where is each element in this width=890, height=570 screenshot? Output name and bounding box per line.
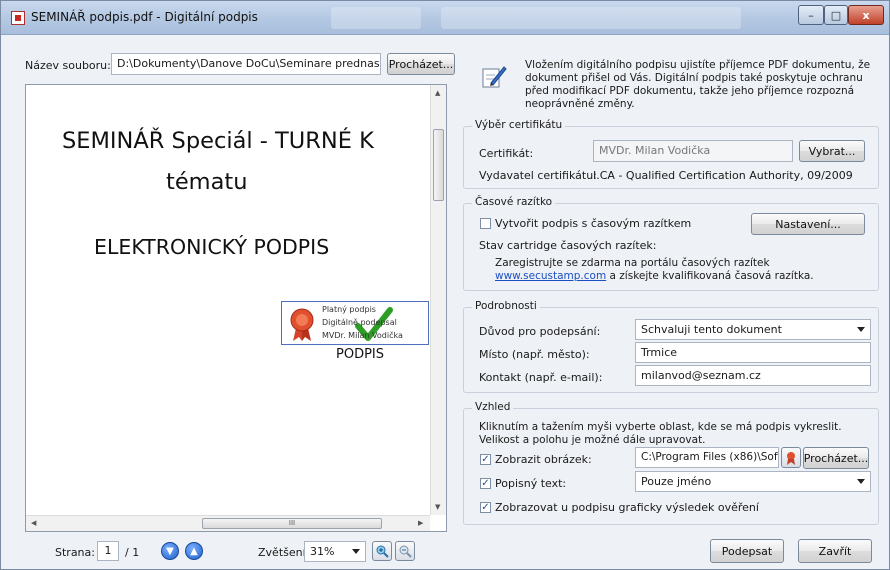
contact-label: Kontakt (např. e-mail): — [479, 371, 603, 384]
preview-heading-line3: ELEKTRONICKÝ PODPIS — [94, 235, 330, 259]
page-label: Strana: — [55, 546, 95, 559]
preview-horizontal-scrollbar[interactable]: ◀ III ▶ — [26, 515, 430, 531]
secustamp-link[interactable]: www.secustamp.com — [495, 270, 606, 282]
timestamp-register-text: Zaregistrujte se zdarma na portálu časov… — [495, 257, 865, 283]
sign-pen-icon — [482, 66, 507, 88]
timestamp-checkbox[interactable] — [480, 218, 491, 229]
title-bar-reflection — [331, 7, 421, 29]
signature-field[interactable]: Platný podpis Digitálně podepsal MVDr. M… — [281, 301, 429, 345]
certificate-field: MVDr. Milan Vodička — [593, 140, 793, 162]
seal-icon — [290, 308, 314, 341]
minimize-button[interactable]: – — [798, 5, 824, 25]
timestamp-status-label: Stav cartridge časových razítek: — [479, 239, 657, 252]
place-input[interactable]: Trmice — [635, 342, 871, 363]
horizontal-scroll-thumb[interactable]: III — [202, 518, 382, 529]
zoom-value: 31% — [310, 545, 335, 558]
show-image-label[interactable]: Zobrazit obrázek: — [495, 453, 592, 466]
description-value: Pouze jméno — [641, 475, 712, 488]
reason-select[interactable]: Schvaluji tento dokument — [635, 319, 871, 340]
title-bar-reflection — [441, 7, 741, 29]
details-group-title: Podrobnosti — [472, 300, 540, 312]
previous-page-up-icon[interactable]: ▲ — [185, 542, 203, 560]
file-path-field[interactable]: D:\Dokumenty\Danove DoCu\Seminare predna… — [111, 53, 381, 75]
preview-vertical-scrollbar[interactable]: ▲ ▼ — [430, 85, 446, 515]
timestamp-checkbox-label[interactable]: Vytvořit podpis s časovým razítkem — [495, 217, 691, 230]
sign-button[interactable]: Podepsat — [710, 539, 784, 563]
reason-label: Důvod pro podepsání: — [479, 325, 601, 338]
preview-heading-line1: SEMINÁŘ Speciál - TURNÉ K — [62, 128, 374, 154]
vertical-scroll-thumb[interactable] — [433, 129, 444, 201]
description-label[interactable]: Popisný text: — [495, 477, 566, 490]
maximize-button[interactable]: □ — [824, 5, 848, 25]
zoom-in-icon[interactable] — [372, 541, 392, 561]
scroll-down-arrow-icon[interactable]: ▼ — [435, 503, 440, 511]
title-bar[interactable]: SEMINÁŘ podpis.pdf - Digitální podpis – … — [1, 1, 889, 35]
timestamp-group-title: Časové razítko — [472, 196, 556, 208]
certificate-label: Certifikát: — [479, 147, 534, 160]
issuer-value: I.CA - Qualified Certification Authority… — [593, 169, 853, 182]
reason-value: Schvaluji tento dokument — [641, 323, 782, 336]
signature-status: Platný podpis — [322, 305, 376, 314]
chevron-down-icon — [857, 327, 865, 332]
signature-signer-name: MVDr. Milan Vodička — [322, 331, 403, 340]
verify-result-label[interactable]: Zobrazovat u podpisu graficky výsledek o… — [495, 501, 759, 514]
page-total: / 1 — [125, 546, 140, 559]
certificate-group-title: Výběr certifikátu — [472, 119, 566, 131]
document-preview[interactable]: SEMINÁŘ Speciál - TURNÉ K tématu ELEKTRO… — [25, 84, 447, 532]
preview-heading-line2: tématu — [166, 169, 248, 195]
scroll-right-arrow-icon[interactable]: ▶ — [418, 519, 423, 527]
issuer-label: Vydavatel certifikátu: — [479, 169, 597, 182]
appearance-hint: Kliknutím a tažením myši vyberte oblast,… — [479, 421, 842, 446]
close-window-button[interactable]: x — [848, 5, 884, 25]
chevron-down-icon — [352, 549, 360, 554]
signature-signed-by: Digitálně podepsal — [322, 318, 397, 327]
file-browse-button[interactable]: Procházet... — [387, 53, 455, 75]
select-certificate-button[interactable]: Vybrat... — [799, 140, 865, 162]
contact-input[interactable]: milanvod@seznam.cz — [635, 365, 871, 386]
next-page-down-icon[interactable]: ▼ — [161, 542, 179, 560]
zoom-out-icon[interactable] — [395, 541, 415, 561]
description-select[interactable]: Pouze jméno — [635, 471, 871, 492]
window-title: SEMINÁŘ podpis.pdf - Digitální podpis — [31, 10, 258, 24]
file-name-label: Název souboru: — [25, 59, 111, 72]
register-text-pre: Zaregistrujte se zdarma na portálu časov… — [495, 257, 770, 269]
show-image-checkbox[interactable]: ✓ — [480, 454, 491, 465]
timestamp-settings-button[interactable]: Nastavení... — [751, 213, 865, 235]
zoom-select[interactable]: 31% — [304, 541, 366, 562]
close-button[interactable]: Zavřít — [798, 539, 872, 563]
register-text-post: a získejte kvalifikovaná časová razítka. — [606, 270, 814, 282]
zoom-label: Zvětšení: — [258, 546, 310, 559]
image-path-field[interactable]: C:\Program Files (x86)\Software — [635, 447, 779, 468]
pdf-app-icon — [11, 11, 25, 25]
page-number-input[interactable]: 1 — [97, 541, 119, 561]
scroll-left-arrow-icon[interactable]: ◀ — [31, 519, 36, 527]
appearance-group-title: Vzhled — [472, 401, 514, 413]
image-browse-button[interactable]: Procházet... — [803, 447, 869, 469]
chevron-down-icon — [857, 479, 865, 484]
description-checkbox[interactable]: ✓ — [480, 478, 491, 489]
scroll-up-arrow-icon[interactable]: ▲ — [435, 89, 440, 97]
place-label: Místo (např. město): — [479, 348, 590, 361]
signature-caption: PODPIS — [336, 347, 385, 362]
stamp-image-icon[interactable] — [781, 447, 801, 468]
dialog-window: SEMINÁŘ podpis.pdf - Digitální podpis – … — [0, 0, 890, 570]
verify-result-checkbox[interactable]: ✓ — [480, 502, 491, 513]
intro-text: Vložením digitálního podpisu ujistíte př… — [525, 59, 871, 110]
